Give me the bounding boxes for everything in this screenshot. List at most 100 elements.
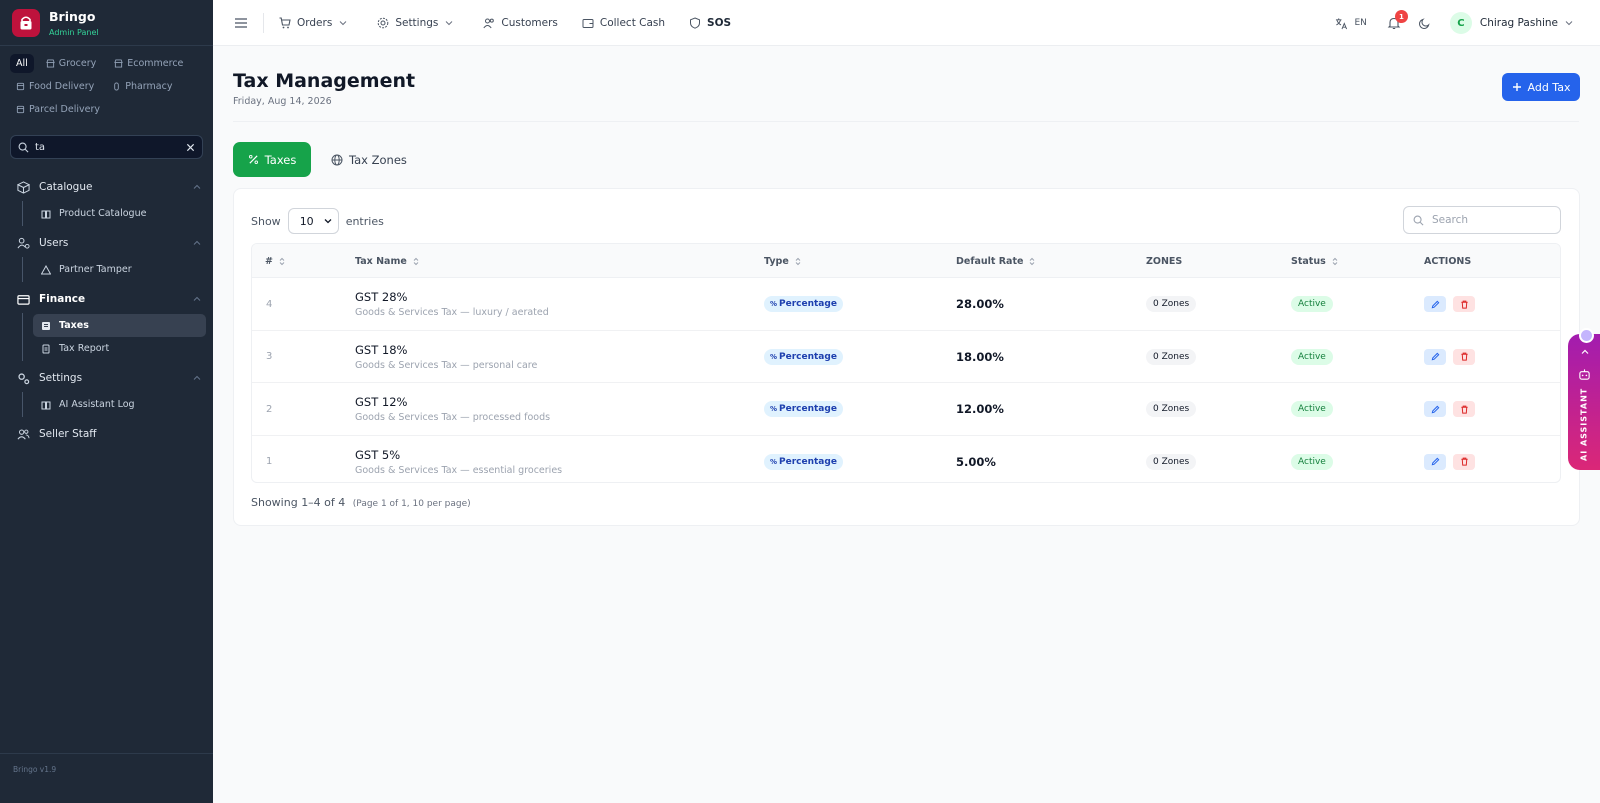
percent-icon: % bbox=[770, 457, 778, 466]
delete-button[interactable] bbox=[1453, 296, 1475, 312]
default-rate: 12.00% bbox=[956, 402, 1004, 416]
user-cog-icon bbox=[17, 237, 30, 249]
column-label: ZONES bbox=[1146, 255, 1183, 267]
user-menu[interactable]: C Chirag Pashine bbox=[1449, 0, 1579, 46]
nav-section-finance[interactable]: Finance bbox=[0, 285, 213, 313]
notifications-button[interactable]: 1 bbox=[1387, 10, 1408, 30]
summary-text: Showing 1–4 of 4 bbox=[251, 496, 346, 509]
ai-assistant-tab[interactable]: AI ASSISTANT bbox=[1568, 328, 1600, 470]
brand[interactable]: Bringo Admin Panel bbox=[0, 0, 213, 46]
edit-button[interactable] bbox=[1424, 348, 1446, 365]
users-icon bbox=[483, 18, 495, 28]
sidebar-item-taxes[interactable]: Taxes bbox=[33, 314, 206, 337]
table-row: 4 GST 28% Goods & Services Tax — luxury /… bbox=[252, 278, 1560, 331]
page-size-select[interactable]: 10 bbox=[287, 208, 339, 234]
box-icon bbox=[16, 180, 30, 194]
column-header-tax-name[interactable]: Tax Name bbox=[355, 244, 419, 278]
table-search-input[interactable]: Search bbox=[1403, 206, 1561, 234]
nav-orders[interactable]: Orders bbox=[279, 0, 353, 46]
language-switcher[interactable]: EN bbox=[1335, 0, 1367, 46]
parcel-icon bbox=[16, 105, 25, 114]
nav-section-catalogue[interactable]: Catalogue bbox=[0, 173, 213, 201]
sidebar-item-partner-tamper[interactable]: Partner Tamper bbox=[33, 258, 206, 281]
menu-toggle-button[interactable] bbox=[234, 0, 254, 46]
food-icon bbox=[16, 82, 25, 91]
trash-icon bbox=[1460, 352, 1468, 361]
module-tab-all[interactable]: All bbox=[10, 54, 34, 73]
nav-label: Settings bbox=[395, 16, 439, 29]
pill-icon bbox=[114, 82, 119, 91]
chevron-up-icon bbox=[193, 296, 201, 301]
add-tax-label: Add Tax bbox=[1527, 80, 1571, 94]
sidebar-item-tax-report[interactable]: Tax Report bbox=[33, 337, 206, 360]
nav-collect-cash[interactable]: Collect Cash bbox=[582, 0, 665, 46]
column-label: Type bbox=[764, 255, 789, 267]
sidebar-search-input[interactable]: ta bbox=[10, 135, 203, 159]
module-tab-label: Parcel Delivery bbox=[29, 104, 100, 115]
trash-icon bbox=[1460, 300, 1468, 309]
tab-tax-zones[interactable]: Tax Zones bbox=[331, 142, 407, 177]
gear-icon bbox=[378, 17, 389, 28]
module-tab-label: Ecommerce bbox=[127, 58, 184, 69]
chevron-down-icon bbox=[1565, 21, 1573, 26]
row-id: 3 bbox=[266, 351, 273, 362]
nav-sos[interactable]: SOS bbox=[689, 0, 731, 46]
store-icon bbox=[46, 59, 55, 68]
moon-icon bbox=[1418, 17, 1430, 29]
chevron-down-icon bbox=[446, 20, 453, 25]
column-header-type[interactable]: Type bbox=[764, 244, 801, 278]
nav-seller-staff[interactable]: Seller Staff bbox=[0, 420, 213, 448]
type-label: Percentage bbox=[779, 351, 837, 362]
column-header-id[interactable]: # bbox=[265, 244, 285, 278]
entries-label: entries bbox=[345, 214, 384, 228]
module-tab-grocery[interactable]: Grocery bbox=[40, 54, 102, 73]
column-header-zones: ZONES bbox=[1146, 244, 1182, 278]
add-tax-button[interactable]: Add Tax bbox=[1502, 73, 1580, 101]
sidebar-item-ai-assistant-log[interactable]: AI Assistant Log bbox=[33, 393, 206, 416]
taxes-card: Show 10 entries Search # Tax Name Type D… bbox=[233, 188, 1580, 526]
top-bar: Orders Settings Customers Collect Cash S… bbox=[213, 0, 1600, 46]
edit-button[interactable] bbox=[1424, 401, 1446, 417]
nav-label: Customers bbox=[501, 16, 558, 29]
edit-button[interactable] bbox=[1424, 296, 1446, 312]
pencil-icon bbox=[1431, 300, 1439, 308]
delete-button[interactable] bbox=[1453, 348, 1475, 365]
zones-badge: 0 Zones bbox=[1146, 401, 1197, 417]
zones-badge: 0 Zones bbox=[1146, 348, 1197, 365]
sidebar: Bringo Admin Panel All Grocery Ecommerce… bbox=[0, 0, 213, 803]
nav-settings[interactable]: Settings bbox=[377, 0, 459, 46]
edit-button[interactable] bbox=[1424, 453, 1446, 470]
column-header-default-rate[interactable]: Default Rate bbox=[956, 244, 1035, 278]
delete-button[interactable] bbox=[1453, 453, 1475, 470]
module-tab-food-delivery[interactable]: Food Delivery bbox=[10, 77, 100, 96]
tab-taxes[interactable]: Taxes bbox=[233, 142, 311, 177]
nav-label: SOS bbox=[707, 16, 732, 29]
column-label: Tax Name bbox=[355, 255, 407, 267]
wallet-icon bbox=[582, 18, 594, 28]
book-icon bbox=[41, 210, 51, 218]
column-label: ACTIONS bbox=[1424, 255, 1472, 267]
app-version: Bringo v1.9 bbox=[13, 765, 57, 774]
delete-button[interactable] bbox=[1453, 401, 1475, 417]
module-tab-ecommerce[interactable]: Ecommerce bbox=[108, 54, 189, 73]
sidebar-item-label: Taxes bbox=[59, 320, 89, 331]
module-tab-parcel-delivery[interactable]: Parcel Delivery bbox=[10, 100, 106, 119]
theme-toggle-button[interactable] bbox=[1418, 17, 1431, 30]
type-label: Percentage bbox=[779, 404, 837, 414]
column-header-status[interactable]: Status bbox=[1291, 244, 1338, 278]
nav-section-settings[interactable]: Settings bbox=[0, 364, 213, 392]
sidebar-item-product-catalogue[interactable]: Product Catalogue bbox=[33, 202, 206, 225]
module-tab-label: All bbox=[16, 58, 28, 69]
module-tab-pharmacy[interactable]: Pharmacy bbox=[106, 77, 178, 96]
tax-description: Goods & Services Tax — personal care bbox=[355, 359, 538, 371]
status-badge: Active bbox=[1291, 348, 1333, 365]
table-row: 3 GST 18% Goods & Services Tax — personal… bbox=[252, 331, 1560, 383]
page-size-control: Show 10 entries bbox=[251, 208, 384, 234]
pencil-icon bbox=[1431, 352, 1439, 361]
nav-section-users[interactable]: Users bbox=[0, 229, 213, 257]
default-rate: 28.00% bbox=[956, 297, 1004, 311]
row-id: 2 bbox=[266, 403, 273, 415]
nav-customers[interactable]: Customers bbox=[483, 0, 558, 46]
hamburger-icon bbox=[235, 17, 247, 28]
clear-search-icon[interactable] bbox=[186, 143, 195, 152]
